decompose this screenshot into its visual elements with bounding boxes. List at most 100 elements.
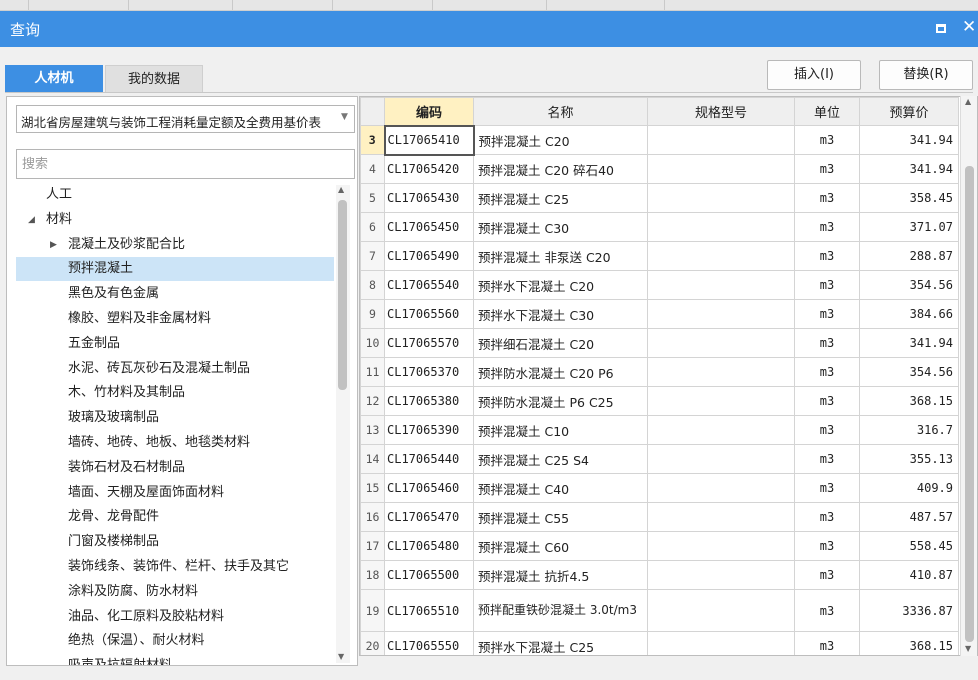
spec-cell[interactable] (647, 154, 795, 184)
code-cell[interactable]: CL17065420 (384, 154, 474, 184)
name-cell[interactable]: 预拌防水混凝土 P6 C25 (473, 386, 648, 416)
row-number-cell[interactable]: 3 (360, 125, 385, 155)
price-cell[interactable]: 410.87 (859, 560, 959, 590)
tree-item[interactable]: 墙砖、地砖、地板、地毯类材料 (16, 431, 334, 455)
tree-item[interactable]: ▶ 混凝土及砂浆配合比 (16, 233, 334, 257)
row-number-cell[interactable]: 15 (360, 473, 385, 503)
tree-item[interactable]: 吸声及抗辐射材料 (16, 654, 334, 665)
name-cell[interactable]: 预拌混凝土 非泵送 C20 (473, 241, 648, 271)
row-number-cell[interactable]: 19 (360, 589, 385, 632)
spec-cell[interactable] (647, 212, 795, 242)
unit-cell[interactable]: m3 (794, 631, 860, 655)
tree-item[interactable]: 墙面、天棚及屋面饰面材料 (16, 481, 334, 505)
spec-cell[interactable] (647, 560, 795, 590)
tab-my-data[interactable]: 我的数据 (105, 65, 203, 93)
spec-cell[interactable] (647, 357, 795, 387)
name-cell[interactable]: 预拌细石混凝土 C20 (473, 328, 648, 358)
name-cell[interactable]: 预拌混凝土 C55 (473, 502, 648, 532)
code-cell[interactable]: CL17065570 (384, 328, 474, 358)
tree-item[interactable]: 人工 (16, 183, 334, 207)
spec-cell[interactable] (647, 473, 795, 503)
column-header-code[interactable]: 编码 (384, 97, 474, 126)
table-row[interactable]: 4 CL17065420 预拌混凝土 C20 碎石40 m3 341.94 (360, 154, 959, 184)
dialog-titlebar[interactable]: 查询 ✕ (0, 11, 978, 47)
name-cell[interactable]: 预拌水下混凝土 C25 (473, 631, 648, 655)
price-cell[interactable]: 354.56 (859, 357, 959, 387)
table-row[interactable]: 18 CL17065500 预拌混凝土 抗折4.5 m3 410.87 (360, 560, 959, 590)
price-cell[interactable]: 368.15 (859, 386, 959, 416)
expand-arrow-icon[interactable]: ▶ (50, 233, 57, 257)
name-cell[interactable]: 预拌混凝土 C30 (473, 212, 648, 242)
close-icon[interactable]: ✕ (962, 17, 976, 37)
name-cell[interactable]: 预拌混凝土 C20 碎石40 (473, 154, 648, 184)
table-row[interactable]: 5 CL17065430 预拌混凝土 C25 m3 358.45 (360, 183, 959, 213)
search-field[interactable] (16, 149, 355, 179)
price-cell[interactable]: 384.66 (859, 299, 959, 329)
tab-rencaiji[interactable]: 人材机 (5, 65, 103, 93)
spec-cell[interactable] (647, 589, 795, 632)
price-cell[interactable]: 558.45 (859, 531, 959, 561)
code-cell[interactable]: CL17065380 (384, 386, 474, 416)
spec-cell[interactable] (647, 241, 795, 271)
unit-cell[interactable]: m3 (794, 212, 860, 242)
name-cell[interactable]: 预拌混凝土 C60 (473, 531, 648, 561)
row-number-cell[interactable]: 8 (360, 270, 385, 300)
unit-cell[interactable]: m3 (794, 415, 860, 445)
insert-button[interactable]: 插入(I) (767, 60, 861, 90)
price-cell[interactable]: 3336.87 (859, 589, 959, 632)
scroll-down-icon[interactable]: ▼ (965, 644, 971, 653)
tree-item[interactable]: 装饰线条、装饰件、栏杆、扶手及其它 (16, 555, 334, 579)
chevron-down-icon[interactable]: ▼ (341, 112, 348, 122)
price-cell[interactable]: 409.9 (859, 473, 959, 503)
unit-cell[interactable]: m3 (794, 589, 860, 632)
price-cell[interactable]: 354.56 (859, 270, 959, 300)
table-row[interactable]: 14 CL17065440 预拌混凝土 C25 S4 m3 355.13 (360, 444, 959, 474)
tree-item[interactable]: 水泥、砖瓦灰砂石及混凝土制品 (16, 357, 334, 381)
maximize-icon[interactable] (936, 24, 946, 33)
tree-item[interactable]: 龙骨、龙骨配件 (16, 505, 334, 529)
row-number-cell[interactable]: 17 (360, 531, 385, 561)
code-cell[interactable]: CL17065510 (384, 589, 474, 632)
row-number-cell[interactable]: 18 (360, 560, 385, 590)
row-number-cell[interactable]: 12 (360, 386, 385, 416)
code-cell[interactable]: CL17065410 (383, 124, 475, 156)
row-number-cell[interactable]: 20 (360, 631, 385, 655)
price-cell[interactable]: 341.94 (859, 125, 959, 155)
scroll-down-icon[interactable]: ▼ (338, 652, 344, 661)
row-number-cell[interactable]: 9 (360, 299, 385, 329)
name-cell[interactable]: 预拌水下混凝土 C30 (473, 299, 648, 329)
row-number-cell[interactable]: 11 (360, 357, 385, 387)
code-cell[interactable]: CL17065440 (384, 444, 474, 474)
spec-cell[interactable] (647, 386, 795, 416)
unit-cell[interactable]: m3 (794, 502, 860, 532)
name-cell[interactable]: 预拌水下混凝土 C20 (473, 270, 648, 300)
search-input[interactable] (17, 150, 354, 178)
price-cell[interactable]: 371.07 (859, 212, 959, 242)
spec-cell[interactable] (647, 183, 795, 213)
row-number-cell[interactable]: 16 (360, 502, 385, 532)
row-number-cell[interactable]: 6 (360, 212, 385, 242)
row-number-cell[interactable]: 10 (360, 328, 385, 358)
code-cell[interactable]: CL17065550 (384, 631, 474, 655)
unit-cell[interactable]: m3 (794, 328, 860, 358)
spec-cell[interactable] (647, 328, 795, 358)
name-cell[interactable]: 预拌混凝土 抗折4.5 (473, 560, 648, 590)
unit-cell[interactable]: m3 (794, 154, 860, 184)
price-cell[interactable]: 358.45 (859, 183, 959, 213)
table-row[interactable]: 9 CL17065560 预拌水下混凝土 C30 m3 384.66 (360, 299, 959, 329)
spec-cell[interactable] (647, 125, 795, 155)
spec-cell[interactable] (647, 631, 795, 655)
unit-cell[interactable]: m3 (794, 270, 860, 300)
code-cell[interactable]: CL17065490 (384, 241, 474, 271)
unit-cell[interactable]: m3 (794, 241, 860, 271)
tree-item[interactable]: 预拌混凝土 (16, 257, 334, 282)
collapse-arrow-icon[interactable]: ◢ (28, 208, 35, 232)
spec-cell[interactable] (647, 444, 795, 474)
code-cell[interactable]: CL17065500 (384, 560, 474, 590)
code-cell[interactable]: CL17065430 (384, 183, 474, 213)
table-row[interactable]: 13 CL17065390 预拌混凝土 C10 m3 316.7 (360, 415, 959, 445)
table-row[interactable]: 15 CL17065460 预拌混凝土 C40 m3 409.9 (360, 473, 959, 503)
replace-button[interactable]: 替换(R) (879, 60, 973, 90)
unit-cell[interactable]: m3 (794, 183, 860, 213)
grid-scrollbar[interactable]: ▲ ▼ (960, 96, 977, 656)
